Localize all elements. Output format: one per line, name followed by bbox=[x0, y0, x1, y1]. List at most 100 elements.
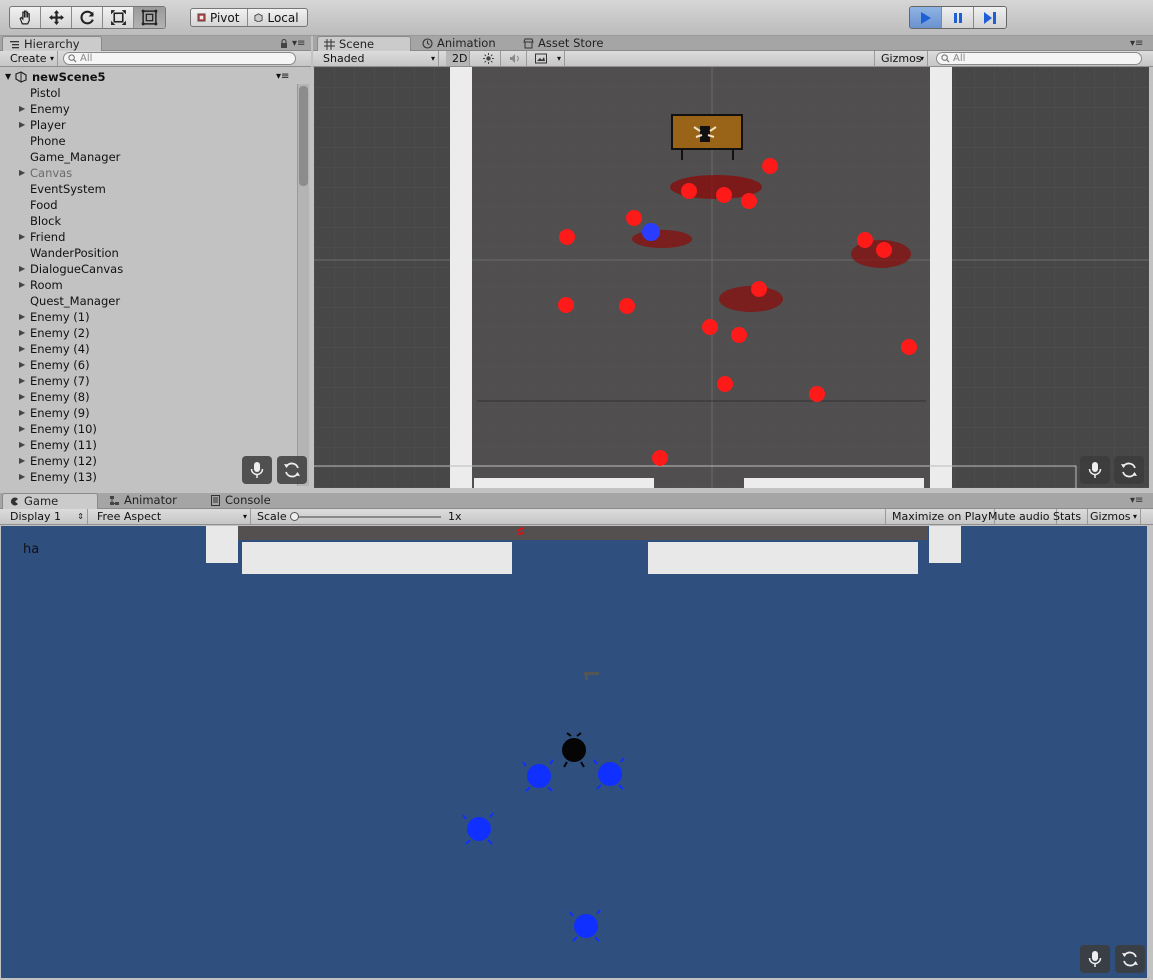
tab-animation[interactable]: Animation bbox=[416, 36, 504, 51]
hierarchy-item[interactable]: ▶ Enemy (2) bbox=[0, 325, 297, 341]
bottom-wall-right bbox=[744, 478, 924, 488]
expand-triangle-icon[interactable]: ▶ bbox=[19, 165, 25, 181]
lighting-toggle[interactable] bbox=[477, 51, 501, 66]
hierarchy-item[interactable]: ▶ Canvas bbox=[0, 165, 297, 181]
expand-triangle-icon[interactable]: ▶ bbox=[19, 229, 25, 245]
hierarchy-item[interactable]: Food bbox=[0, 197, 297, 213]
hierarchy-item[interactable]: WanderPosition bbox=[0, 245, 297, 261]
audio-toggle[interactable] bbox=[503, 51, 527, 66]
game-menu-icon[interactable]: ▾≡ bbox=[1130, 495, 1143, 506]
scene-viewport[interactable] bbox=[314, 67, 1149, 488]
game-mic-button[interactable] bbox=[1080, 945, 1110, 973]
hierarchy-item[interactable]: ▶ Enemy (8) bbox=[0, 389, 297, 405]
expand-triangle-icon[interactable]: ▶ bbox=[19, 341, 25, 357]
hierarchy-item[interactable]: ▶ DialogueCanvas bbox=[0, 261, 297, 277]
expand-triangle-icon[interactable]: ▶ bbox=[19, 357, 25, 373]
expand-triangle-icon[interactable]: ▶ bbox=[19, 373, 25, 389]
tab-scene[interactable]: Scene bbox=[317, 36, 411, 52]
hierarchy-item[interactable]: ▶ Enemy (9) bbox=[0, 405, 297, 421]
hierarchy-item[interactable]: ▶ Enemy (1) bbox=[0, 309, 297, 325]
scene-root-row[interactable]: ▼ newScene5 ▾≡ bbox=[0, 69, 297, 85]
aspect-dropdown[interactable]: Free Aspect ▾ bbox=[91, 509, 251, 524]
tab-asset-store[interactable]: Asset Store bbox=[517, 36, 612, 51]
scale-slider-thumb[interactable] bbox=[290, 512, 299, 521]
hierarchy-item[interactable]: ▶ Enemy bbox=[0, 101, 297, 117]
hierarchy-item[interactable]: ▶ Enemy (10) bbox=[0, 421, 297, 437]
scene-search-input[interactable]: All bbox=[936, 52, 1142, 65]
scene-menu-icon[interactable]: ▾≡ bbox=[1130, 38, 1143, 49]
expand-triangle-icon[interactable]: ▶ bbox=[19, 261, 25, 277]
expand-triangle-icon[interactable]: ▶ bbox=[19, 117, 25, 133]
expand-triangle-icon[interactable]: ▶ bbox=[19, 469, 25, 485]
hierarchy-menu-icon[interactable]: ▾≡ bbox=[292, 38, 305, 49]
expand-triangle-icon[interactable]: ▶ bbox=[19, 101, 25, 117]
play-button[interactable] bbox=[910, 7, 942, 28]
hierarchy-item[interactable]: Block bbox=[0, 213, 297, 229]
hierarchy-item[interactable]: ▶ Enemy (11) bbox=[0, 437, 297, 453]
display-dropdown[interactable]: Display 1 ⇕ bbox=[4, 509, 88, 524]
hierarchy-item[interactable]: EventSystem bbox=[0, 181, 297, 197]
expand-triangle-icon[interactable]: ▶ bbox=[19, 277, 25, 293]
scrollbar-thumb[interactable] bbox=[299, 86, 308, 186]
stats-label: Stats bbox=[1053, 510, 1082, 523]
tab-game[interactable]: Game bbox=[2, 493, 98, 509]
tab-console[interactable]: Console bbox=[204, 493, 279, 508]
hierarchy-item[interactable]: Pistol bbox=[0, 85, 297, 101]
pivot-toggle[interactable]: Pivot bbox=[191, 9, 249, 26]
hierarchy-item[interactable]: ▶ Enemy (4) bbox=[0, 341, 297, 357]
mute-audio-toggle[interactable]: Mute audio bbox=[982, 509, 1057, 524]
hierarchy-item[interactable]: Game_Manager bbox=[0, 149, 297, 165]
lock-icon[interactable] bbox=[280, 39, 288, 48]
refresh-button[interactable] bbox=[277, 456, 307, 484]
hierarchy-scrollbar[interactable] bbox=[297, 84, 309, 486]
hierarchy-item[interactable]: ▶ Enemy (7) bbox=[0, 373, 297, 389]
enemy-sprite bbox=[717, 376, 733, 392]
scene-refresh-button[interactable] bbox=[1114, 456, 1144, 484]
stats-toggle[interactable]: Stats bbox=[1047, 509, 1089, 524]
local-toggle[interactable]: Local bbox=[248, 9, 306, 26]
hierarchy-item[interactable]: ▶ Friend bbox=[0, 229, 297, 245]
expand-triangle-icon[interactable]: ▶ bbox=[19, 453, 25, 469]
game-viewport[interactable]: ha bbox=[1, 526, 1147, 978]
scale-tool-icon bbox=[110, 10, 126, 25]
expand-triangle-icon[interactable]: ▶ bbox=[19, 437, 25, 453]
enemy-sprite bbox=[702, 319, 718, 335]
shading-mode-dropdown[interactable]: Shaded ▾ bbox=[317, 51, 439, 66]
scale-tool-button[interactable] bbox=[103, 7, 134, 28]
rotate-tool-button[interactable] bbox=[72, 7, 103, 28]
create-dropdown[interactable]: Create ▾ bbox=[4, 51, 58, 66]
hierarchy-item[interactable]: Quest_Manager bbox=[0, 293, 297, 309]
search-icon bbox=[68, 54, 77, 63]
tab-hierarchy[interactable]: Hierarchy bbox=[2, 36, 102, 52]
scale-slider-track[interactable] bbox=[290, 512, 441, 521]
expand-triangle-icon[interactable]: ▶ bbox=[19, 421, 25, 437]
hierarchy-item[interactable]: ▶ Player bbox=[0, 117, 297, 133]
rect-tool-button[interactable] bbox=[134, 7, 165, 28]
tab-animator[interactable]: Animator bbox=[103, 493, 185, 508]
scene-mic-button[interactable] bbox=[1080, 456, 1110, 484]
scene-menu-icon[interactable]: ▾≡ bbox=[276, 69, 289, 85]
maximize-on-play-toggle[interactable]: Maximize on Play bbox=[885, 509, 995, 524]
hierarchy-item[interactable]: ▶ Room bbox=[0, 277, 297, 293]
hierarchy-item[interactable]: ▶ Enemy (6) bbox=[0, 357, 297, 373]
move-tool-button[interactable] bbox=[41, 7, 72, 28]
game-tabbar: Game Animator Console ▾≡ bbox=[0, 493, 1153, 509]
expand-triangle-icon[interactable]: ▶ bbox=[19, 389, 25, 405]
game-refresh-button[interactable] bbox=[1115, 945, 1145, 973]
expand-triangle-icon[interactable]: ▶ bbox=[19, 309, 25, 325]
2d-toggle[interactable]: 2D bbox=[446, 51, 470, 66]
scene-name: newScene5 bbox=[32, 70, 106, 84]
expand-triangle-icon[interactable]: ▶ bbox=[19, 325, 25, 341]
step-button[interactable] bbox=[974, 7, 1006, 28]
hierarchy-search-input[interactable]: All bbox=[63, 52, 296, 65]
pivot-icon bbox=[197, 13, 206, 22]
enemy-sprite bbox=[876, 242, 892, 258]
expand-triangle-icon[interactable]: ▶ bbox=[19, 405, 25, 421]
mic-button[interactable] bbox=[242, 456, 272, 484]
effects-dropdown[interactable]: ▾ bbox=[529, 51, 565, 66]
hand-tool-button[interactable] bbox=[10, 7, 41, 28]
pause-button[interactable] bbox=[942, 7, 974, 28]
scene-gizmos-dropdown[interactable]: Gizmos ▾ bbox=[874, 51, 928, 66]
hierarchy-item[interactable]: Phone bbox=[0, 133, 297, 149]
game-gizmos-dropdown[interactable]: Gizmos ▾ bbox=[1084, 509, 1141, 524]
